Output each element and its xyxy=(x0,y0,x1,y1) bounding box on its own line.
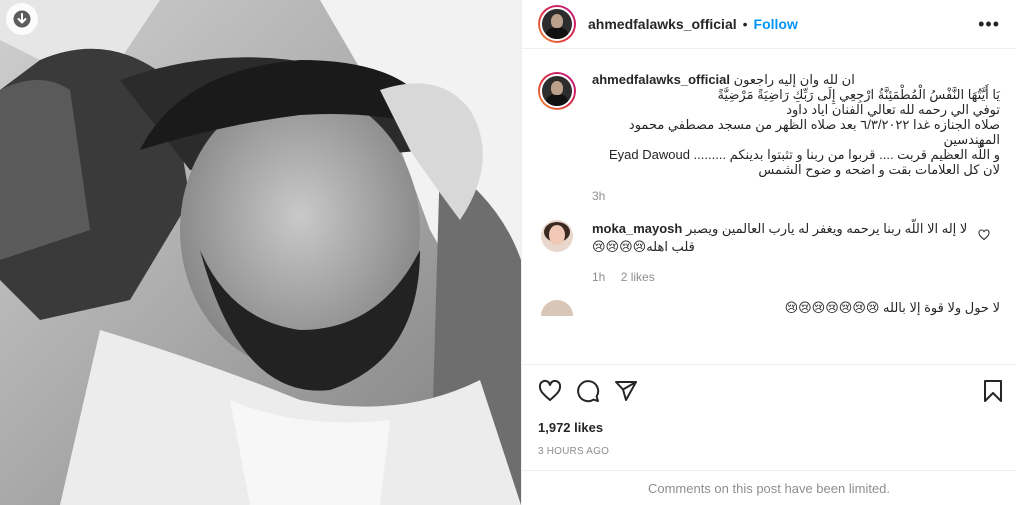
download-button[interactable] xyxy=(6,3,38,35)
commenter-username[interactable]: moka_mayosh xyxy=(592,221,682,236)
comment-likes[interactable]: 2 likes xyxy=(621,270,655,284)
post-photo[interactable] xyxy=(0,0,521,505)
comment-like-heart-icon[interactable] xyxy=(978,228,990,246)
commenter-avatar-partial[interactable] xyxy=(541,300,573,316)
caption-text-2: توفي الي رحمه لله تعالي الفنان اياد داود xyxy=(786,102,1000,117)
action-bar xyxy=(522,364,1016,416)
caption-body: ahmedfalawks_official ان لله وان إليه را… xyxy=(592,72,1000,204)
post-side-panel: ahmedfalawks_official • Follow ••• ahmed… xyxy=(521,0,1016,505)
comment-text-partial: لا حول ولا قوة إلا بالله 😢😢😢😢😢😢😢 xyxy=(784,300,1000,315)
comment-item: moka_mayosh لا إله الا اللّه ربنا يرحمه … xyxy=(538,220,1000,286)
commenter-avatar[interactable] xyxy=(541,220,573,252)
comment-icon[interactable] xyxy=(576,379,600,403)
comments-scroll-area[interactable]: ahmedfalawks_official ان لله وان إليه را… xyxy=(522,50,1016,364)
caption-text-5: لان كل العلامات بقت و اضحه و ضوح الشمس xyxy=(758,162,1000,177)
caption-text-1: يَا أَيَّتُهَا النَّفْسُ الْمُطْمَئِنَّة… xyxy=(717,87,1001,102)
caption-text-3: صلاه الجنازه غدا ٦/٣/٢٠٢٢ بعد صلاه الظهر… xyxy=(628,117,1000,147)
share-icon[interactable] xyxy=(614,379,638,403)
caption: ahmedfalawks_official ان لله وان إليه را… xyxy=(538,72,1000,204)
heart-icon[interactable] xyxy=(538,379,562,403)
comment-meta: 1h 2 likes xyxy=(592,268,972,286)
post-photo-image xyxy=(0,0,521,505)
download-arrow-icon xyxy=(13,10,31,28)
comment-time[interactable]: 1h xyxy=(592,270,605,284)
instagram-post: ahmedfalawks_official • Follow ••• ahmed… xyxy=(0,0,1016,505)
caption-username[interactable]: ahmedfalawks_official xyxy=(592,72,730,87)
more-options-icon[interactable]: ••• xyxy=(978,14,1000,35)
caption-text-0: ان لله وان إليه راجعون xyxy=(733,72,855,87)
author-avatar[interactable] xyxy=(538,5,576,43)
comment-item-partial: لا حول ولا قوة إلا بالله 😢😢😢😢😢😢😢 xyxy=(538,300,1000,316)
follow-button[interactable]: Follow xyxy=(754,16,798,32)
post-timestamp[interactable]: 3 HOURS AGO xyxy=(538,446,609,457)
separator-dot: • xyxy=(742,16,748,32)
caption-line-0: ahmedfalawks_official ان لله وان إليه را… xyxy=(592,72,1000,87)
comment-body: moka_mayosh لا إله الا اللّه ربنا يرحمه … xyxy=(592,220,972,286)
caption-time[interactable]: 3h xyxy=(592,189,1000,204)
bookmark-icon[interactable] xyxy=(982,379,1004,408)
author-username[interactable]: ahmedfalawks_official xyxy=(588,16,737,32)
caption-author-avatar[interactable] xyxy=(538,72,576,110)
likes-count[interactable]: 1,972 likes xyxy=(538,420,603,435)
post-header: ahmedfalawks_official • Follow ••• xyxy=(522,0,1016,49)
comments-limited-notice: Comments on this post have been limited. xyxy=(522,470,1016,505)
caption-text-4: و اللّه العظيم قربت .... قربوا من ربنا و… xyxy=(608,147,1000,162)
